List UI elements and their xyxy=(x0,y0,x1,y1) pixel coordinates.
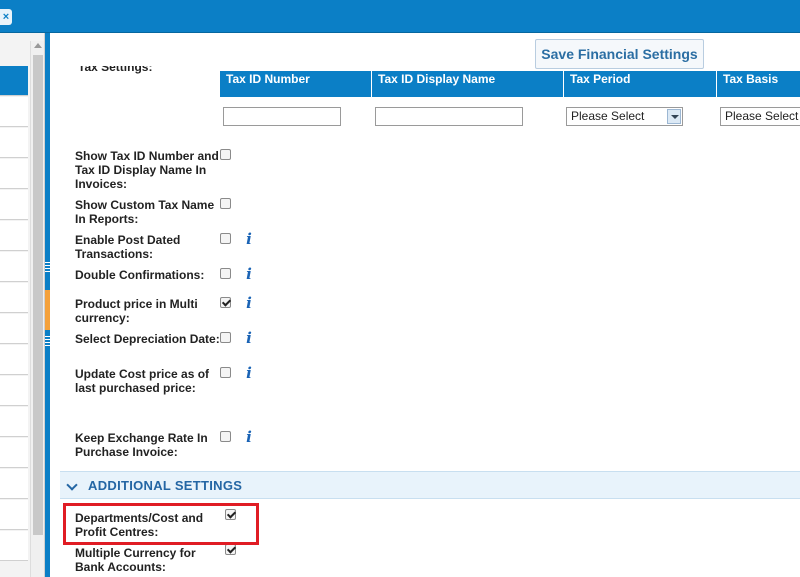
sidebar-item[interactable] xyxy=(0,531,28,561)
column-header: Tax Period xyxy=(564,71,717,97)
column-header: Tax ID Display Name xyxy=(372,71,564,97)
chevron-down-icon[interactable] xyxy=(66,479,78,491)
setting-label: Update Cost price as of last purchased p… xyxy=(75,367,210,395)
save-financial-settings-button[interactable]: Save Financial Settings xyxy=(535,39,704,69)
tax-table-header: Tax ID Number Tax ID Display Name Tax Pe… xyxy=(220,71,800,97)
show-tax-id-checkbox[interactable] xyxy=(220,149,231,160)
setting-label: Double Confirmations: xyxy=(75,268,205,282)
tax-id-number-input[interactable] xyxy=(223,107,341,126)
highlight-box xyxy=(63,503,259,545)
tax-basis-value: Please Select xyxy=(725,109,799,123)
setting-label: Product price in Multi currency: xyxy=(75,297,198,325)
double-confirmations-checkbox[interactable] xyxy=(220,268,231,279)
tax-period-value: Please Select xyxy=(571,109,645,123)
setting-label: Multiple Currency for Bank Accounts: xyxy=(75,546,196,574)
post-dated-transactions-checkbox[interactable] xyxy=(220,233,231,244)
info-icon[interactable]: i xyxy=(244,231,254,247)
sidebar-item[interactable] xyxy=(0,283,28,313)
setting-label: Show Tax ID Number and Tax ID Display Na… xyxy=(75,149,219,191)
show-custom-tax-name-checkbox[interactable] xyxy=(220,198,231,209)
sidebar-item-active[interactable] xyxy=(0,66,28,96)
additional-settings-header[interactable]: ADDITIONAL SETTINGS xyxy=(60,471,800,499)
scrollbar-thumb[interactable] xyxy=(33,55,43,535)
info-icon[interactable]: i xyxy=(244,266,254,282)
sidebar-item[interactable] xyxy=(0,97,28,127)
sidebar-item[interactable] xyxy=(0,252,28,282)
chevron-down-icon[interactable] xyxy=(667,109,681,124)
product-price-multi-currency-checkbox[interactable] xyxy=(220,297,231,308)
section-title: ADDITIONAL SETTINGS xyxy=(88,478,243,493)
keep-exchange-rate-checkbox[interactable] xyxy=(220,431,231,442)
multiple-currency-bank-checkbox[interactable] xyxy=(225,544,236,555)
tax-settings-label: Tax Settings: xyxy=(78,60,153,74)
depreciation-date-checkbox[interactable] xyxy=(220,332,231,343)
sidebar xyxy=(0,33,45,577)
column-header: Tax Basis xyxy=(723,72,779,86)
update-cost-price-checkbox[interactable] xyxy=(220,367,231,378)
sidebar-item[interactable] xyxy=(0,345,28,375)
sidebar-item[interactable] xyxy=(0,407,28,437)
setting-label: Enable Post Dated Transactions: xyxy=(75,233,181,261)
top-bar: × xyxy=(0,0,800,33)
sidebar-item[interactable] xyxy=(0,190,28,220)
close-icon[interactable]: × xyxy=(0,9,12,25)
tax-id-display-name-input[interactable] xyxy=(375,107,523,126)
setting-label: Keep Exchange Rate In Purchase Invoice: xyxy=(75,431,208,459)
sidebar-item[interactable] xyxy=(0,500,28,530)
main-content: Save Financial Settings Tax Settings: Ta… xyxy=(50,33,800,577)
tax-period-select[interactable]: Please Select xyxy=(566,107,683,126)
column-header: Tax ID Number xyxy=(220,71,372,97)
info-icon[interactable]: i xyxy=(244,429,254,445)
info-icon[interactable]: i xyxy=(244,295,254,311)
sidebar-item[interactable] xyxy=(0,221,28,251)
sidebar-item[interactable] xyxy=(0,469,28,499)
info-icon[interactable]: i xyxy=(244,365,254,381)
sidebar-item[interactable] xyxy=(0,376,28,406)
setting-label: Show Custom Tax Name In Reports: xyxy=(75,198,215,226)
info-icon[interactable]: i xyxy=(244,330,254,346)
sidebar-item[interactable] xyxy=(0,159,28,189)
setting-label: Select Depreciation Date: xyxy=(75,332,220,346)
tax-basis-select[interactable]: Please Select xyxy=(720,107,800,126)
sidebar-scrollbar[interactable] xyxy=(30,41,44,577)
sidebar-item[interactable] xyxy=(0,128,28,158)
scroll-up-icon[interactable] xyxy=(34,43,42,48)
sidebar-item[interactable] xyxy=(0,438,28,468)
sidebar-item[interactable] xyxy=(0,314,28,344)
